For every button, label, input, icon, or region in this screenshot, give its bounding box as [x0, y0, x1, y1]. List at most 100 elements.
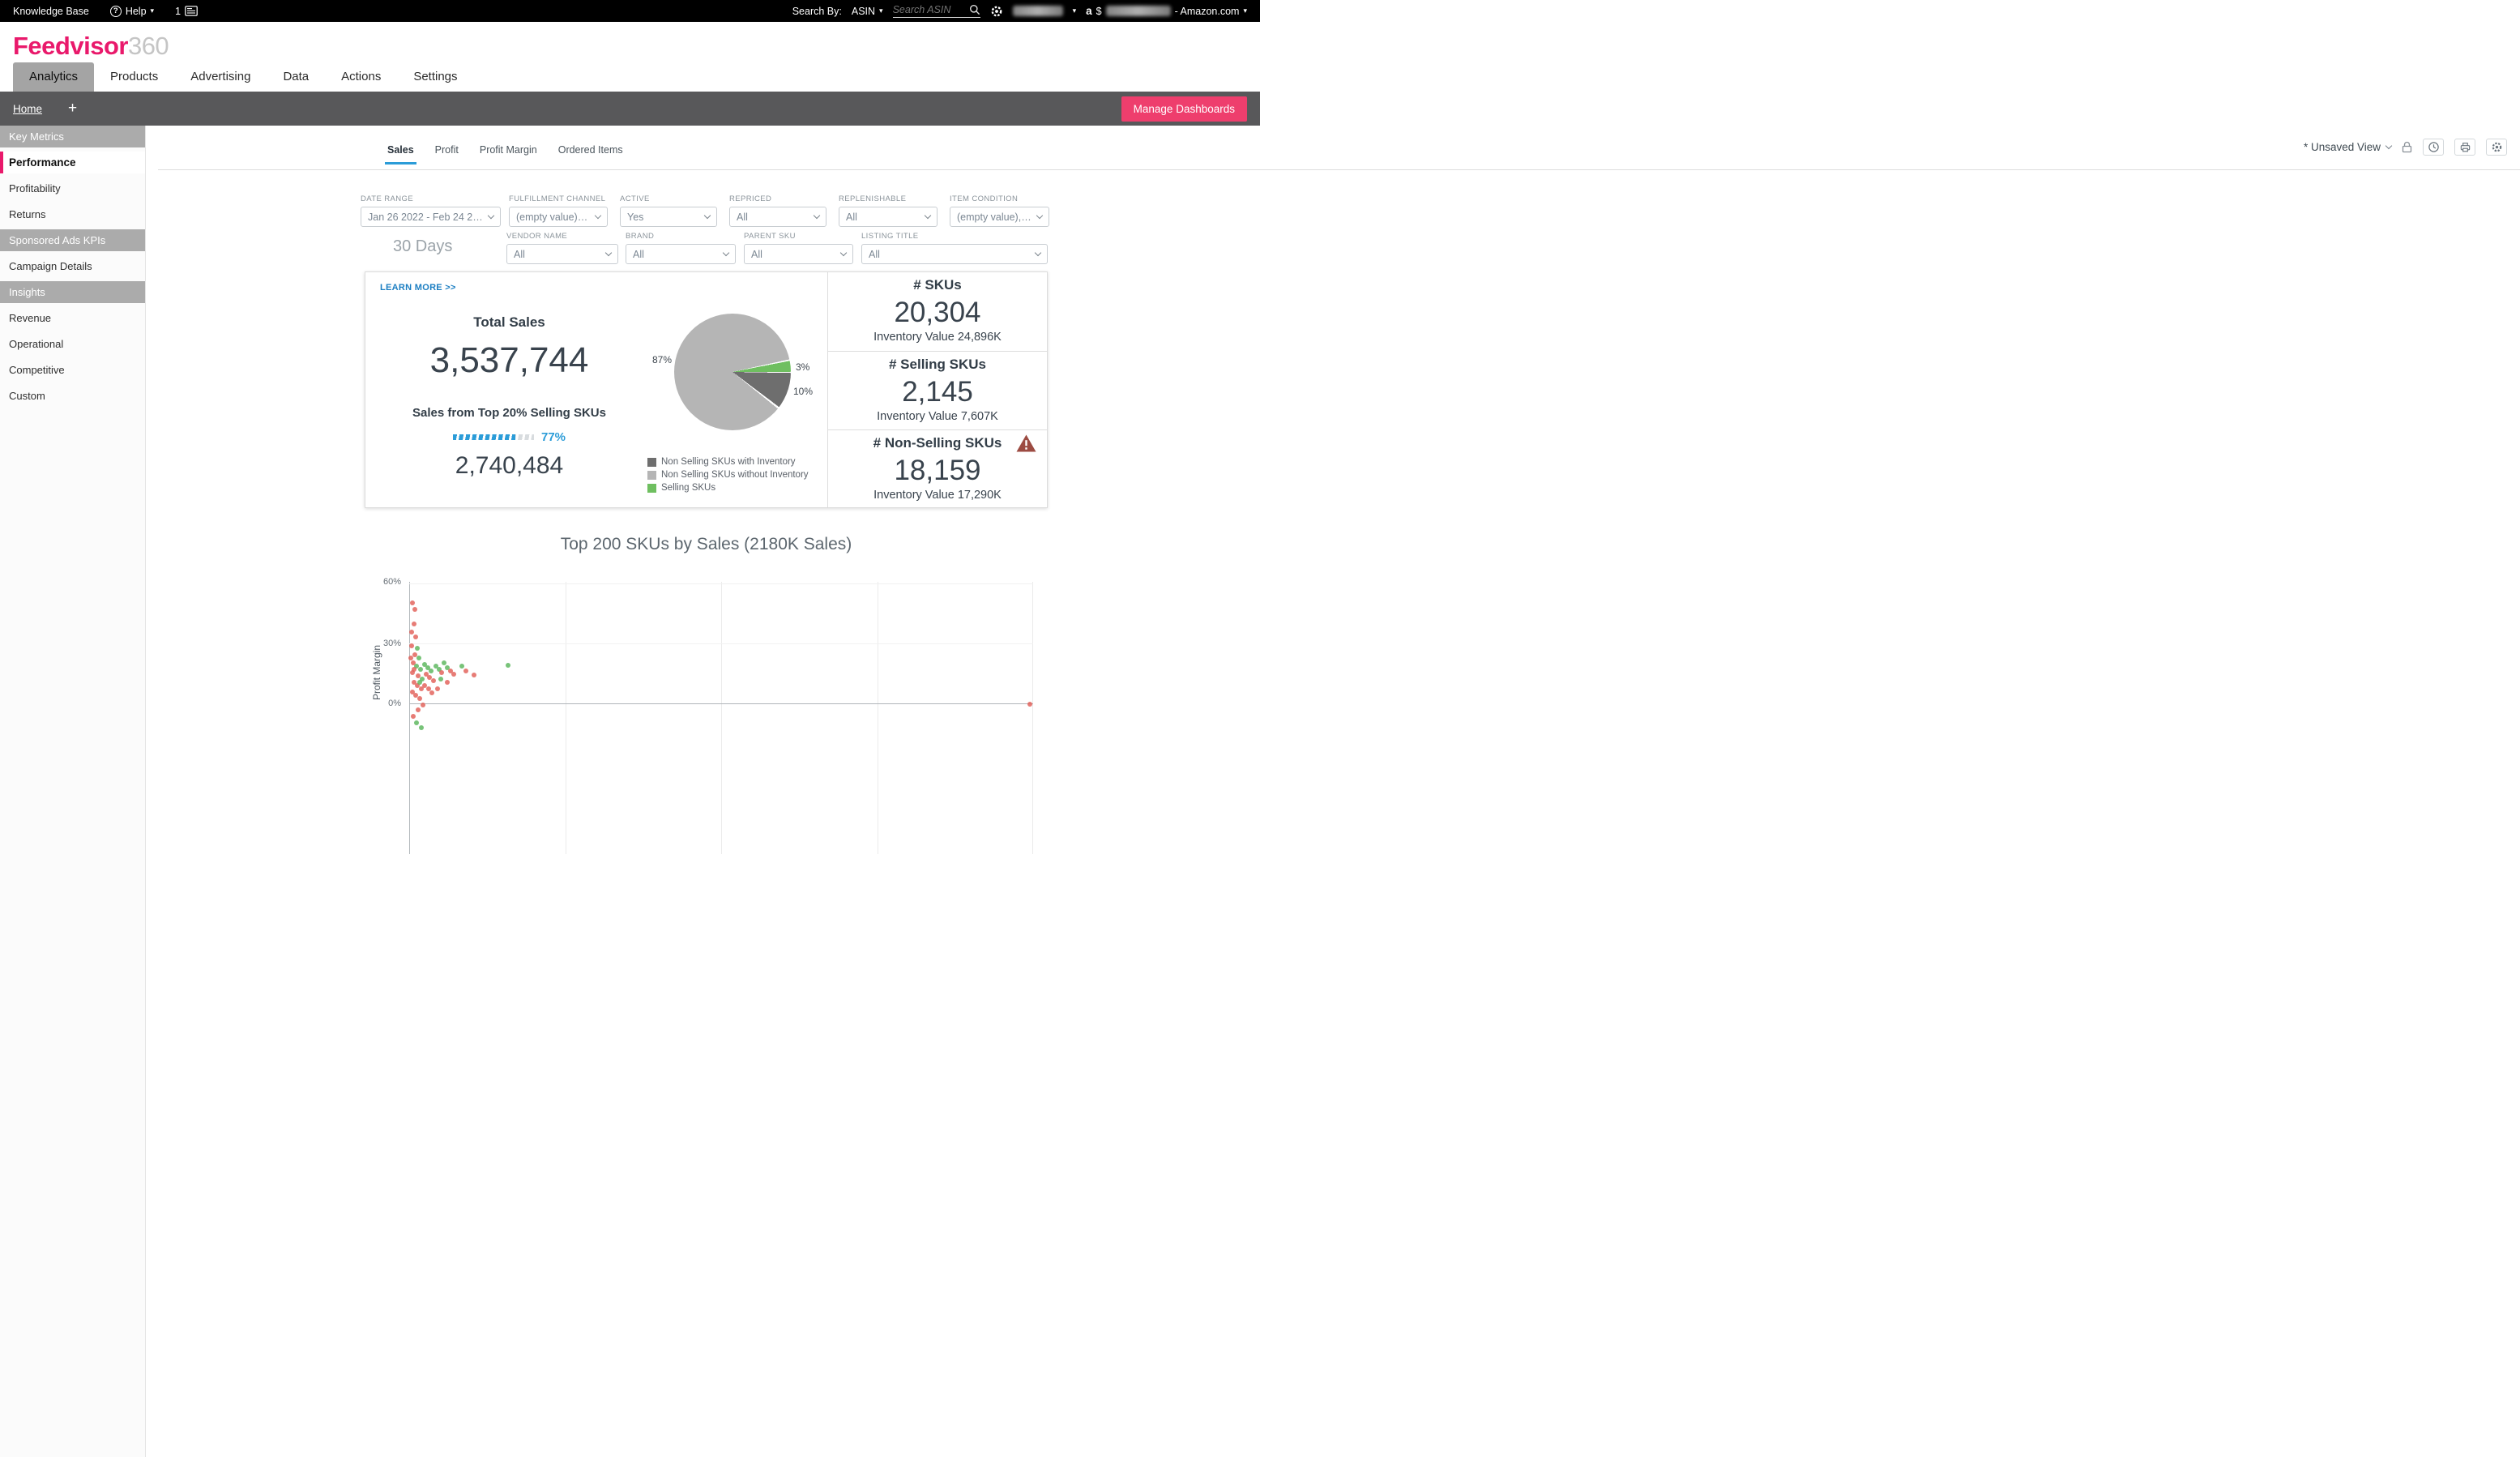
tab-sales[interactable]: Sales	[377, 138, 425, 164]
chevron-down-icon	[723, 250, 729, 256]
nav-tab-settings[interactable]: Settings	[397, 62, 473, 92]
scatter-point	[429, 669, 434, 673]
scatter-point	[435, 686, 440, 691]
top-utility-bar: Knowledge Base ? Help ▾ 1 Search By: ASI…	[0, 0, 1260, 22]
widget-settings-button[interactable]	[2486, 139, 2507, 156]
sidebar-item-returns[interactable]: Returns	[0, 203, 145, 225]
clock-icon	[2428, 141, 2440, 153]
account-selector[interactable]: a $ - Amazon.com ▾	[1086, 5, 1247, 17]
search-type-select[interactable]: ASIN ▾	[852, 6, 883, 17]
nav-tab-analytics[interactable]: Analytics	[13, 62, 94, 92]
sku-stats-panel: # SKUs 20,304 Inventory Value 24,896K # …	[827, 272, 1047, 507]
gridline	[721, 582, 722, 854]
scatter-point	[416, 707, 421, 712]
legend-swatch-green	[647, 484, 656, 493]
legend-swatch-dark	[647, 458, 656, 467]
gridline	[1032, 582, 1033, 854]
chevron-down-icon[interactable]: ▾	[1073, 7, 1077, 15]
total-sales-value: 3,537,744	[374, 340, 645, 381]
currency-symbol: $	[1096, 6, 1102, 17]
scatter-point	[411, 714, 416, 719]
total-sales-block: Total Sales 3,537,744 Sales from Top 20%…	[374, 314, 645, 480]
chevron-down-icon	[595, 212, 601, 219]
add-dashboard-button[interactable]: +	[68, 100, 77, 118]
chevron-down-icon	[840, 250, 847, 256]
help-icon: ?	[110, 6, 122, 17]
sidebar-item-campaign-details[interactable]: Campaign Details	[0, 255, 145, 277]
pie-label-3: 3%	[796, 361, 809, 373]
sidebar-header-key-metrics: Key Metrics	[0, 126, 145, 147]
nav-tab-advertising[interactable]: Advertising	[174, 62, 267, 92]
lock-icon[interactable]	[2402, 141, 2412, 153]
sidebar-item-performance[interactable]: Performance	[0, 152, 145, 173]
notifications[interactable]: 1	[175, 6, 198, 17]
gridline	[409, 583, 1033, 584]
nav-tab-products[interactable]: Products	[94, 62, 174, 92]
top-skus-value: 2,740,484	[374, 452, 645, 480]
nav-tab-data[interactable]: Data	[267, 62, 325, 92]
filter-replenishable: REPLENISHABLE All	[839, 194, 938, 227]
search-icon[interactable]	[969, 4, 980, 15]
sidebar-item-profitability[interactable]: Profitability	[0, 177, 145, 199]
scatter-point	[445, 680, 450, 685]
manage-dashboards-button[interactable]: Manage Dashboards	[1121, 96, 1247, 122]
toolbar-divider	[158, 169, 2520, 170]
chevron-down-icon	[704, 212, 711, 219]
notification-count: 1	[175, 6, 181, 17]
scatter-point	[410, 600, 415, 605]
tab-profit-margin[interactable]: Profit Margin	[469, 138, 548, 164]
sidebar-item-competitive[interactable]: Competitive	[0, 359, 145, 381]
sales-summary-card: LEARN MORE >> Total Sales 3,537,744 Sale…	[365, 271, 1048, 508]
ytick-60: 60%	[377, 577, 401, 587]
scatter-point	[439, 670, 444, 675]
learn-more-link[interactable]: LEARN MORE >>	[380, 283, 456, 293]
sidebar-item-operational[interactable]: Operational	[0, 333, 145, 355]
scatter-point	[417, 680, 422, 685]
redacted-username	[1013, 6, 1063, 16]
ytick-0: 0%	[377, 699, 401, 708]
filter-repriced: REPRICED All	[729, 194, 826, 227]
sku-pie	[674, 314, 791, 430]
account-suffix: - Amazon.com	[1175, 6, 1240, 17]
scatter-point	[451, 672, 456, 677]
scatter-point	[463, 669, 468, 673]
filter-item-condition: ITEM CONDITION (empty value), ...	[950, 194, 1049, 227]
feedvisor-logo: Feedvisor360	[13, 32, 169, 61]
chevron-down-icon	[1036, 212, 1043, 219]
nav-tab-actions[interactable]: Actions	[325, 62, 397, 92]
scatter-point	[414, 720, 419, 725]
logo-primary: Feedvisor	[13, 32, 128, 60]
search-field[interactable]	[893, 4, 980, 18]
tab-profit[interactable]: Profit	[425, 138, 469, 164]
search-input[interactable]	[893, 4, 964, 15]
scatter-point	[419, 725, 424, 730]
filter-fulfillment-channel: FULFILLMENT CHANNEL (empty value), ...	[509, 194, 608, 227]
top-skus-label: Sales from Top 20% Selling SKUs	[374, 406, 645, 420]
redacted-account-name	[1106, 6, 1171, 16]
main-content: Sales Profit Profit Margin Ordered Items…	[146, 126, 2520, 1457]
sidebar-item-revenue[interactable]: Revenue	[0, 307, 145, 329]
settings-gear-icon[interactable]	[990, 5, 1003, 18]
chevron-down-icon	[2385, 143, 2392, 149]
history-button[interactable]	[2423, 139, 2444, 156]
chevron-down-icon: ▾	[151, 7, 155, 15]
scatter-point	[418, 667, 423, 672]
stat-non-selling-skus: # Non-Selling SKUs 18,159 Inventory Valu…	[828, 429, 1047, 508]
stat-selling-skus: # Selling SKUs 2,145 Inventory Value 7,6…	[828, 351, 1047, 429]
tab-ordered-items[interactable]: Ordered Items	[548, 138, 634, 164]
print-button[interactable]	[2454, 139, 2475, 156]
scatter-point	[431, 678, 436, 683]
scatter-chart-title: Top 200 SKUs by Sales (2180K Sales)	[365, 535, 1048, 554]
search-by-label: Search By:	[792, 6, 842, 17]
legend-item: Non Selling SKUs without Inventory	[647, 470, 809, 480]
help-label: Help	[126, 6, 147, 17]
chevron-down-icon: ▾	[879, 7, 883, 15]
chevron-down-icon: ▾	[1243, 7, 1247, 15]
filter-brand: BRAND All	[626, 232, 736, 264]
view-name-dropdown[interactable]: * Unsaved View	[2304, 141, 2391, 153]
knowledge-base-link[interactable]: Knowledge Base	[13, 6, 89, 17]
filter-vendor-name: VENDOR NAME All	[506, 232, 618, 264]
dashboard-tab-home[interactable]: Home	[13, 103, 42, 115]
help-menu[interactable]: ? Help ▾	[110, 6, 154, 17]
sidebar-item-custom[interactable]: Custom	[0, 385, 145, 407]
